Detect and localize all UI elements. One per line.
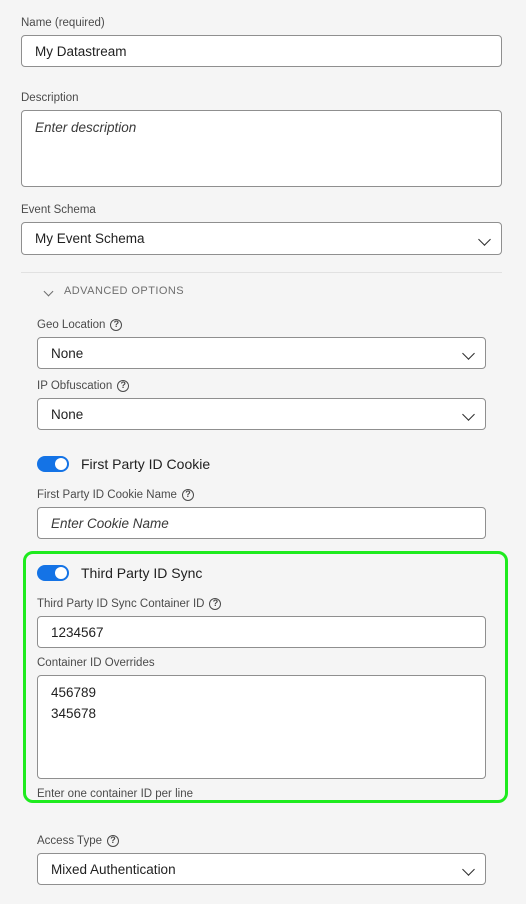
third-party-container-id-label-text: Third Party ID Sync Container ID — [37, 598, 205, 610]
help-circle-icon[interactable]: ? — [107, 835, 119, 847]
first-party-id-cookie-toggle-row: First Party ID Cookie — [37, 456, 210, 472]
first-party-id-cookie-switch[interactable] — [37, 456, 69, 472]
geo-location-label-text: Geo Location — [37, 319, 106, 331]
advanced-options-label: ADVANCED OPTIONS — [64, 285, 185, 297]
third-party-container-id-group: Third Party ID Sync Container ID ? 12345… — [37, 597, 486, 648]
third-party-container-id-label: Third Party ID Sync Container ID ? — [37, 597, 486, 611]
first-party-cookie-name-input[interactable]: Enter Cookie Name — [37, 507, 486, 539]
third-party-id-sync-label: Third Party ID Sync — [81, 565, 203, 581]
geo-location-field-group: Geo Location ? None — [37, 318, 486, 369]
chevron-down-icon — [463, 347, 475, 359]
help-circle-icon[interactable]: ? — [117, 380, 130, 392]
access-type-label: Access Type ? — [37, 834, 486, 848]
help-circle-icon[interactable]: ? — [181, 489, 194, 501]
event-schema-field-group: Event Schema My Event Schema — [21, 203, 502, 255]
first-party-cookie-name-placeholder: Enter Cookie Name — [51, 515, 169, 531]
third-party-id-sync-toggle-row: Third Party ID Sync — [37, 565, 202, 581]
first-party-cookie-name-group: First Party ID Cookie Name ? Enter Cooki… — [37, 488, 486, 539]
ip-obfuscation-label: IP Obfuscation ? — [37, 379, 486, 393]
container-id-overrides-textarea[interactable]: 456789 345678 — [37, 675, 486, 779]
description-field-label: Description — [21, 91, 502, 105]
first-party-cookie-name-label: First Party ID Cookie Name ? — [37, 488, 486, 502]
event-schema-label-text: Event Schema — [21, 204, 96, 216]
geo-location-select[interactable]: None — [37, 337, 486, 369]
ip-obfuscation-field-group: IP Obfuscation ? None — [37, 379, 486, 430]
chevron-down-icon — [43, 286, 54, 297]
access-type-label-text: Access Type — [37, 835, 102, 847]
chevron-down-icon — [479, 233, 491, 245]
ip-obfuscation-value: None — [51, 406, 84, 422]
third-party-id-sync-switch[interactable] — [37, 565, 69, 581]
name-input-value: My Datastream — [35, 43, 127, 59]
help-circle-icon[interactable]: ? — [110, 319, 123, 331]
geo-location-label: Geo Location ? — [37, 318, 486, 332]
access-type-value: Mixed Authentication — [51, 861, 176, 877]
chevron-down-icon — [463, 863, 475, 875]
description-field-group: Description Enter description — [21, 91, 502, 187]
help-circle-icon[interactable]: ? — [209, 598, 222, 610]
container-id-overrides-helper-text: Enter one container ID per line — [37, 788, 193, 800]
event-schema-label: Event Schema — [21, 203, 502, 217]
event-schema-select[interactable]: My Event Schema — [21, 222, 502, 255]
chevron-down-icon — [463, 408, 475, 420]
first-party-cookie-name-label-text: First Party ID Cookie Name — [37, 489, 177, 501]
advanced-options-toggle[interactable]: ADVANCED OPTIONS — [35, 285, 184, 297]
third-party-container-id-value: 1234567 — [51, 624, 104, 640]
event-schema-value: My Event Schema — [35, 231, 145, 246]
description-textarea[interactable]: Enter description — [21, 110, 502, 187]
container-id-overrides-label-text: Container ID Overrides — [37, 657, 155, 669]
description-field-label-text: Description — [21, 92, 79, 104]
name-field-label-text: Name (required) — [21, 17, 105, 29]
description-placeholder: Enter description — [35, 120, 137, 135]
first-party-id-cookie-label: First Party ID Cookie — [81, 456, 211, 472]
section-divider — [21, 272, 502, 273]
access-type-field-group: Access Type ? Mixed Authentication — [37, 834, 486, 885]
ip-obfuscation-select[interactable]: None — [37, 398, 486, 430]
name-field-group: Name (required) My Datastream — [21, 16, 502, 67]
access-type-select[interactable]: Mixed Authentication — [37, 853, 486, 885]
geo-location-value: None — [51, 345, 84, 361]
ip-obfuscation-label-text: IP Obfuscation — [37, 380, 113, 392]
datastream-settings-form: Name (required) My Datastream Descriptio… — [0, 0, 526, 904]
name-field-label: Name (required) — [21, 16, 502, 30]
container-id-overrides-group: Container ID Overrides 456789 345678 — [37, 656, 486, 779]
container-id-overrides-label: Container ID Overrides — [37, 656, 486, 670]
name-input[interactable]: My Datastream — [21, 35, 502, 67]
third-party-container-id-input[interactable]: 1234567 — [37, 616, 486, 648]
